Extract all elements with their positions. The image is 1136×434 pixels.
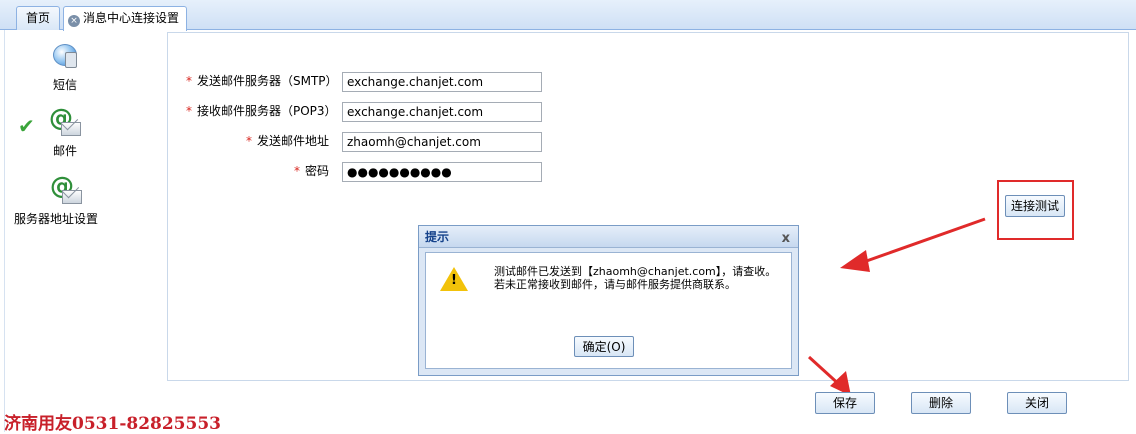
save-button[interactable]: 保存	[815, 392, 875, 414]
password-input[interactable]: ●●●●●●●●●●	[342, 162, 542, 182]
smtp-input[interactable]	[342, 72, 542, 92]
sms-icon	[49, 42, 81, 72]
dialog-body: ! 测试邮件已发送到【zhaomh@chanjet.com】，请查收。 若未正常…	[425, 252, 792, 369]
nav-item-sms-label: 短信	[52, 78, 77, 92]
watermark-text: 济南用友0531-82825553	[4, 414, 221, 434]
sender-address-input[interactable]	[342, 132, 542, 152]
dialog-ok-button[interactable]: 确定(O)	[574, 336, 634, 357]
alert-dialog: 提示 x ! 测试邮件已发送到【zhaomh@chanjet.com】，请查收。…	[418, 225, 799, 376]
tab-message-center-settings[interactable]: × 消息中心连接设置	[63, 6, 187, 31]
tab-active-label: 消息中心连接设置	[83, 11, 180, 25]
sender-address-label: * 发送邮件地址	[246, 134, 330, 148]
tab-home-label: 首页	[25, 11, 50, 25]
tab-bar: 首页 × 消息中心连接设置	[0, 0, 1136, 31]
dialog-message-line2: 若未正常接收到邮件，请与邮件服务提供商联系。	[494, 278, 736, 291]
nav-item-server-address[interactable]: @ 服务器地址设置	[14, 172, 146, 227]
tab-home[interactable]: 首页	[16, 6, 60, 30]
server-mail-icon: @	[50, 172, 82, 206]
nav-item-sms[interactable]: 短信	[10, 42, 120, 93]
connection-test-button[interactable]: 连接测试	[1005, 195, 1065, 217]
password-label: * 密码	[294, 164, 330, 178]
pop3-input[interactable]	[342, 102, 542, 122]
dialog-title: 提示	[425, 230, 450, 244]
tab-close-icon[interactable]: ×	[68, 15, 80, 27]
nav-item-mail[interactable]: @ 邮件	[10, 104, 120, 159]
delete-button[interactable]: 删除	[911, 392, 971, 414]
left-border	[4, 30, 5, 432]
dialog-title-bar[interactable]: 提示 x	[419, 226, 798, 248]
nav-item-mail-label: 邮件	[52, 144, 77, 158]
mail-icon: @	[49, 104, 81, 138]
warning-exclamation: !	[451, 273, 457, 288]
pop3-label: * 接收邮件服务器（POP3）	[186, 104, 337, 118]
nav-item-server-label: 服务器地址设置	[14, 212, 99, 226]
smtp-label: * 发送邮件服务器（SMTP）	[186, 74, 338, 88]
close-button[interactable]: 关闭	[1007, 392, 1067, 414]
dialog-close-icon[interactable]: x	[782, 228, 790, 250]
